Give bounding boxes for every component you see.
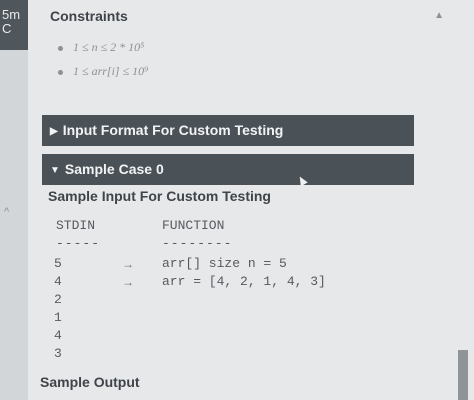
function-line: arr[] size n = 5 <box>162 256 287 271</box>
stdin-divider: ----- <box>56 236 101 251</box>
left-panel: 5m C ^ <box>0 0 28 400</box>
problem-panel: Constraints ▲ 1 ≤ n ≤ 2 * 10⁵ 1 ≤ arr[i]… <box>28 0 474 400</box>
left-tab-line-1: 5m C <box>2 7 21 36</box>
input-format-label: Input Format For Custom Testing <box>62 122 284 138</box>
constraint-text: 1 ≤ arr[i] ≤ 10⁹ <box>73 64 149 78</box>
stdin-value: 2 <box>54 292 62 307</box>
chevron-up-icon[interactable]: ▲ <box>434 10 444 21</box>
stdin-value: 4 <box>54 328 62 343</box>
constraint-item: 1 ≤ arr[i] ≤ 10⁹ <box>58 64 148 79</box>
input-format-toggle[interactable]: ▶ Input Format For Custom Testing <box>42 115 414 146</box>
stdin-value: 4 <box>54 274 62 289</box>
function-header: FUNCTION <box>162 218 225 233</box>
triangle-down-icon: ▼ <box>50 165 60 176</box>
chevron-up-icon[interactable]: ^ <box>4 206 9 218</box>
sample-input-title: Sample Input For Custom Testing <box>48 188 271 204</box>
sample-case-toggle[interactable]: ▼ Sample Case 0 <box>42 154 414 185</box>
constraint-text: 1 ≤ n ≤ 2 * 10⁵ <box>73 40 145 54</box>
bullet-icon <box>58 69 63 75</box>
arrow-right-icon: → <box>122 275 134 289</box>
scrollbar-thumb[interactable] <box>458 350 468 400</box>
stdin-value: 1 <box>54 310 62 325</box>
stdin-value: 3 <box>54 346 62 361</box>
function-line: arr = [4, 2, 1, 4, 3] <box>162 274 326 289</box>
constraint-item: 1 ≤ n ≤ 2 * 10⁵ <box>58 40 144 55</box>
function-divider: -------- <box>162 236 233 251</box>
left-timer-tab[interactable]: 5m C <box>0 0 28 50</box>
stdin-header: STDIN <box>56 218 96 233</box>
triangle-right-icon: ▶ <box>50 126 58 137</box>
stdin-value: 5 <box>54 256 62 271</box>
sample-case-label: Sample Case 0 <box>64 161 164 177</box>
constraints-title: Constraints <box>50 8 128 24</box>
sample-output-title: Sample Output <box>40 374 140 390</box>
arrow-right-icon: → <box>122 257 134 271</box>
bullet-icon <box>58 45 63 51</box>
